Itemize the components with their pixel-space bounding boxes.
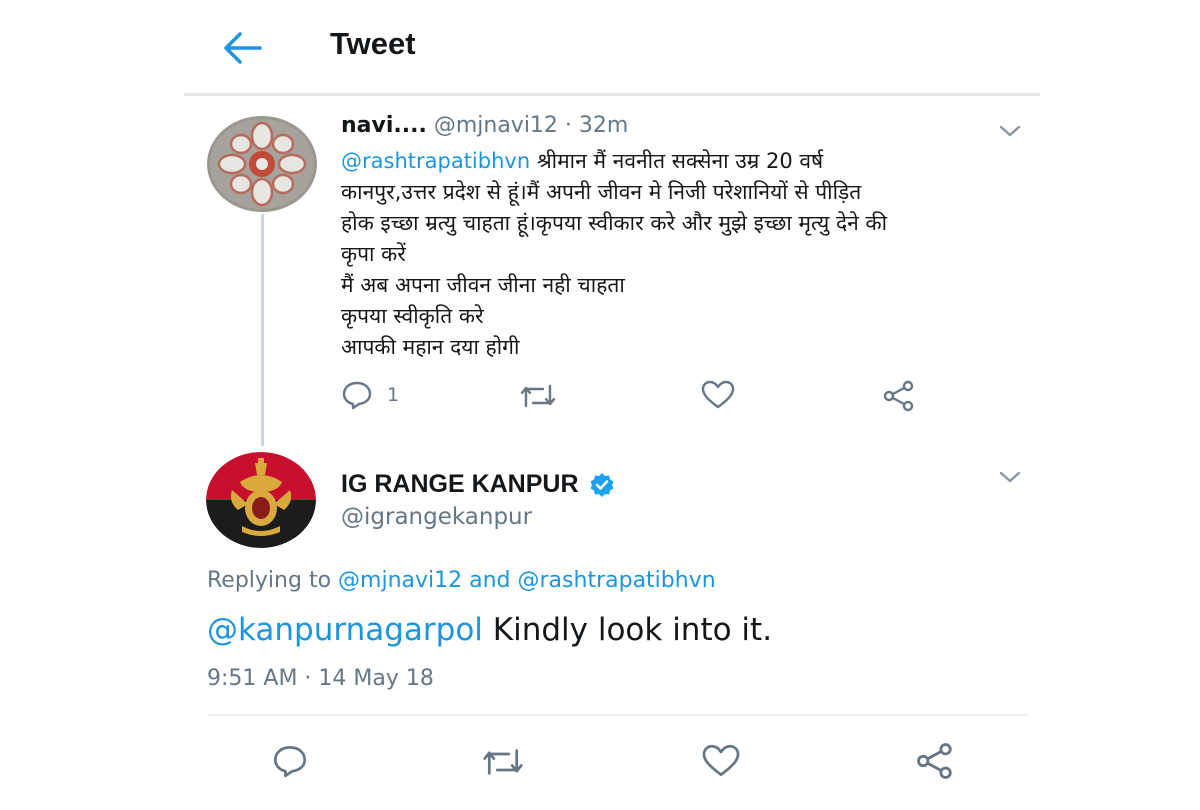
meta-separator: · — [557, 113, 579, 138]
parent-text-line-1: @rashtrapatibhvn श्रीमान मैं नवनीत सक्से… — [341, 146, 1031, 177]
parent-tweet-header: navi.... @mjnavi12 · 32m — [341, 113, 628, 138]
share-icon — [883, 380, 914, 412]
retweet-button[interactable] — [519, 382, 557, 410]
parent-text-line: कृपा करें — [341, 242, 406, 266]
parent-text-line: आपकी महान दया होगी — [341, 335, 520, 359]
share-button[interactable] — [882, 380, 916, 412]
retweet-button[interactable] — [481, 746, 525, 778]
body-text: Kindly look into it. — [482, 612, 773, 648]
main-tweet-text: @kanpurnagarpol Kindly look into it. — [207, 612, 772, 648]
reply-count: 1 — [387, 384, 400, 406]
police-emblem-avatar-image — [206, 452, 316, 548]
parent-text-line: मैं अब अपना जीवन जीना नही चाहता — [341, 273, 625, 297]
header-divider — [184, 93, 1040, 96]
chevron-down-icon — [999, 125, 1021, 137]
parent-display-name[interactable]: navi.... — [341, 113, 427, 138]
retweet-icon — [520, 384, 556, 408]
back-arrow-icon — [224, 32, 262, 64]
thread-connector-line — [261, 214, 264, 446]
verified-badge-icon — [590, 472, 614, 497]
reply-icon — [273, 746, 307, 778]
parent-tweet-text: @rashtrapatibhvn श्रीमान मैं नवनीत सक्से… — [341, 146, 1031, 363]
mention-link[interactable]: @rashtrapatibhvn — [341, 149, 530, 173]
parent-text-line: कानपुर,उत्तर प्रदेश से हूं।मैं अपनी जीवन… — [341, 180, 862, 204]
share-button[interactable] — [915, 742, 955, 780]
action-divider — [207, 714, 1027, 716]
share-icon — [917, 743, 952, 779]
heart-icon — [701, 380, 735, 409]
tweet-timestamp[interactable]: 9:51 AM · 14 May 18 — [207, 666, 434, 691]
verified-badge — [589, 472, 615, 498]
header-bar: Tweet — [184, 0, 1040, 95]
replying-and: and — [462, 568, 518, 593]
main-display-name[interactable]: IG RANGE KANPUR — [341, 470, 579, 499]
main-more-button[interactable] — [997, 468, 1023, 486]
reply-button[interactable]: 1 — [341, 380, 399, 410]
like-button[interactable] — [701, 380, 735, 410]
avatar-ig-range-kanpur[interactable] — [206, 452, 316, 548]
retweet-icon — [483, 749, 523, 775]
back-button[interactable] — [220, 28, 264, 68]
chevron-down-icon — [999, 471, 1021, 483]
replying-to-line: Replying to @mjnavi12 and @rashtrapatibh… — [207, 568, 716, 593]
parent-handle[interactable]: @mjnavi12 — [434, 113, 558, 138]
replying-user-link[interactable]: @mjnavi12 — [338, 568, 462, 593]
rangoli-avatar-image — [207, 116, 317, 212]
replying-user-link[interactable]: @rashtrapatibhvn — [518, 568, 716, 593]
main-handle[interactable]: @igrangekanpur — [341, 504, 532, 530]
parent-text-first-rest: श्रीमान मैं नवनीत सक्सेना उम्र 20 वर्ष — [530, 149, 824, 173]
like-button[interactable] — [701, 744, 741, 778]
body-mention-link[interactable]: @kanpurnagarpol — [207, 612, 483, 648]
replying-prefix: Replying to — [207, 568, 339, 593]
parent-age: 32m — [578, 113, 629, 138]
reply-button[interactable] — [271, 744, 309, 778]
parent-action-bar: 1 — [341, 376, 941, 416]
reply-icon — [342, 381, 372, 410]
page-title: Tweet — [330, 26, 416, 61]
parent-text-line: कृपया स्वीकृति करे — [341, 304, 484, 328]
avatar-navi[interactable] — [207, 116, 317, 212]
heart-icon — [702, 744, 740, 776]
main-display-name-row: IG RANGE KANPUR — [341, 470, 615, 499]
parent-more-button[interactable] — [997, 122, 1023, 140]
main-action-bar — [207, 738, 1027, 788]
parent-text-line: होक इच्छा म्रत्यु चाहता हूं।कृपया स्वीका… — [341, 211, 888, 235]
